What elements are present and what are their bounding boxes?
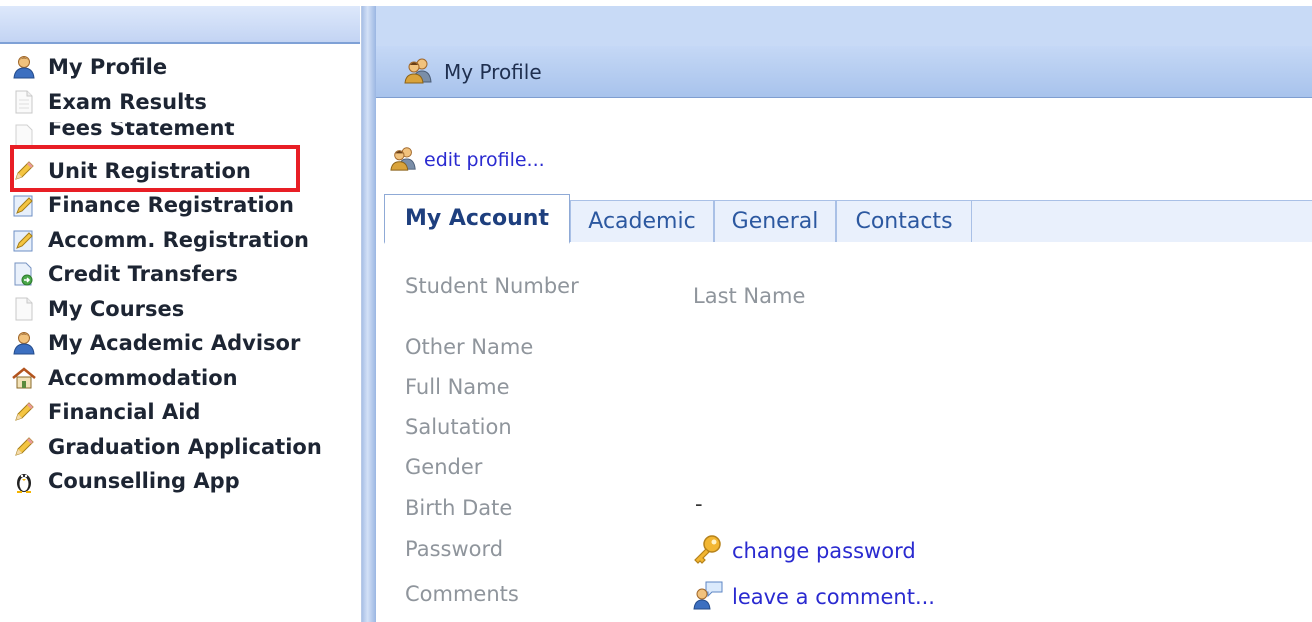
sidebar-item-label: Finance Registration	[48, 193, 294, 218]
sidebar-item-label: Exam Results	[48, 89, 207, 114]
last-name-label: Last Name	[693, 284, 806, 308]
key-icon	[692, 534, 724, 568]
sidebar-nav: My Profile Exam Results Fees Statement U…	[12, 50, 322, 499]
house-icon	[12, 366, 36, 390]
user-icon	[12, 55, 36, 79]
penguin-icon	[12, 469, 36, 494]
sidebar-item-credit-transfers[interactable]: Credit Transfers	[12, 257, 322, 292]
edit-form-icon	[12, 228, 36, 252]
sidebar-item-label: Fees Statement	[48, 116, 235, 141]
sidebar-item-my-courses[interactable]: My Courses	[12, 292, 322, 327]
sidebar-header	[0, 6, 360, 44]
tab-label: Contacts	[855, 209, 953, 234]
tab-academic[interactable]: Academic	[570, 200, 714, 242]
salutation-label: Salutation	[405, 415, 512, 439]
sidebar-item-label: My Profile	[48, 55, 168, 80]
panel-title: My Profile	[444, 59, 542, 84]
sidebar-item-unit-registration[interactable]: Unit Registration	[12, 154, 322, 189]
comment-user-icon	[692, 580, 724, 614]
sidebar-item-counselling-app[interactable]: Counselling App	[12, 464, 322, 499]
pencil-icon	[12, 159, 36, 183]
users-icon	[390, 144, 418, 176]
panel-top-band	[376, 6, 1312, 46]
sidebar-item-my-profile[interactable]: My Profile	[12, 50, 322, 85]
sidebar-item-label: Accommodation	[48, 365, 238, 390]
user-icon	[12, 331, 36, 355]
document-icon	[12, 297, 36, 321]
sidebar-item-finance-registration[interactable]: Finance Registration	[12, 188, 322, 223]
tab-label: My Account	[405, 206, 549, 231]
tab-bar: My Account Academic General Contacts	[384, 194, 1312, 244]
sidebar-item-label: Credit Transfers	[48, 262, 238, 287]
tab-my-account[interactable]: My Account	[384, 194, 570, 244]
transfer-document-icon	[12, 262, 36, 286]
sidebar-item-label: My Courses	[48, 296, 185, 321]
tab-contacts[interactable]: Contacts	[836, 200, 972, 242]
sidebar-item-exam-results[interactable]: Exam Results	[12, 85, 322, 120]
edit-profile-link[interactable]: edit profile...	[390, 144, 545, 176]
comments-label: Comments	[405, 582, 519, 606]
leave-comment-link[interactable]: leave a comment...	[692, 580, 935, 614]
sidebar-item-label: Counselling App	[48, 469, 240, 494]
sidebar-item-financial-aid[interactable]: Financial Aid	[12, 395, 322, 430]
change-password-label: change password	[732, 539, 916, 563]
sidebar-item-label: Accomm. Registration	[48, 227, 309, 252]
sidebar-item-my-academic-advisor[interactable]: My Academic Advisor	[12, 326, 322, 361]
password-label: Password	[405, 537, 504, 561]
pencil-icon	[12, 400, 36, 424]
main-panel: My Profile edit profile... My Account Ac…	[376, 6, 1312, 622]
edit-form-icon	[12, 193, 36, 217]
change-password-link[interactable]: change password	[692, 534, 916, 568]
leave-comment-label: leave a comment...	[732, 585, 935, 609]
pencil-icon	[12, 435, 36, 459]
tab-bar-fill	[972, 200, 1312, 242]
edit-profile-label: edit profile...	[424, 149, 545, 171]
document-icon	[12, 124, 36, 148]
full-name-label: Full Name	[405, 375, 510, 399]
sidebar-item-graduation-application[interactable]: Graduation Application	[12, 430, 322, 465]
document-icon	[12, 90, 36, 114]
sidebar-item-label: Unit Registration	[48, 158, 251, 183]
users-icon	[404, 56, 434, 88]
tab-label: Academic	[588, 209, 696, 234]
other-name-label: Other Name	[405, 335, 534, 359]
sidebar-item-accomm-registration[interactable]: Accomm. Registration	[12, 223, 322, 258]
sidebar-item-label: Graduation Application	[48, 434, 322, 459]
birth-date-label: Birth Date	[405, 496, 513, 520]
sidebar-item-accommodation[interactable]: Accommodation	[12, 361, 322, 396]
sidebar-item-fees-statement[interactable]: Fees Statement	[12, 119, 322, 154]
tab-label: General	[731, 209, 819, 234]
gender-label: Gender	[405, 455, 483, 479]
panel-header: My Profile	[376, 46, 1312, 98]
student-number-label: Student Number	[405, 274, 579, 298]
birth-date-value: -	[695, 492, 703, 516]
sidebar-item-label: Financial Aid	[48, 400, 201, 425]
sidebar: My Profile Exam Results Fees Statement U…	[0, 6, 362, 622]
splitter[interactable]	[362, 6, 376, 622]
tab-general[interactable]: General	[714, 200, 836, 242]
sidebar-item-label: My Academic Advisor	[48, 331, 301, 356]
